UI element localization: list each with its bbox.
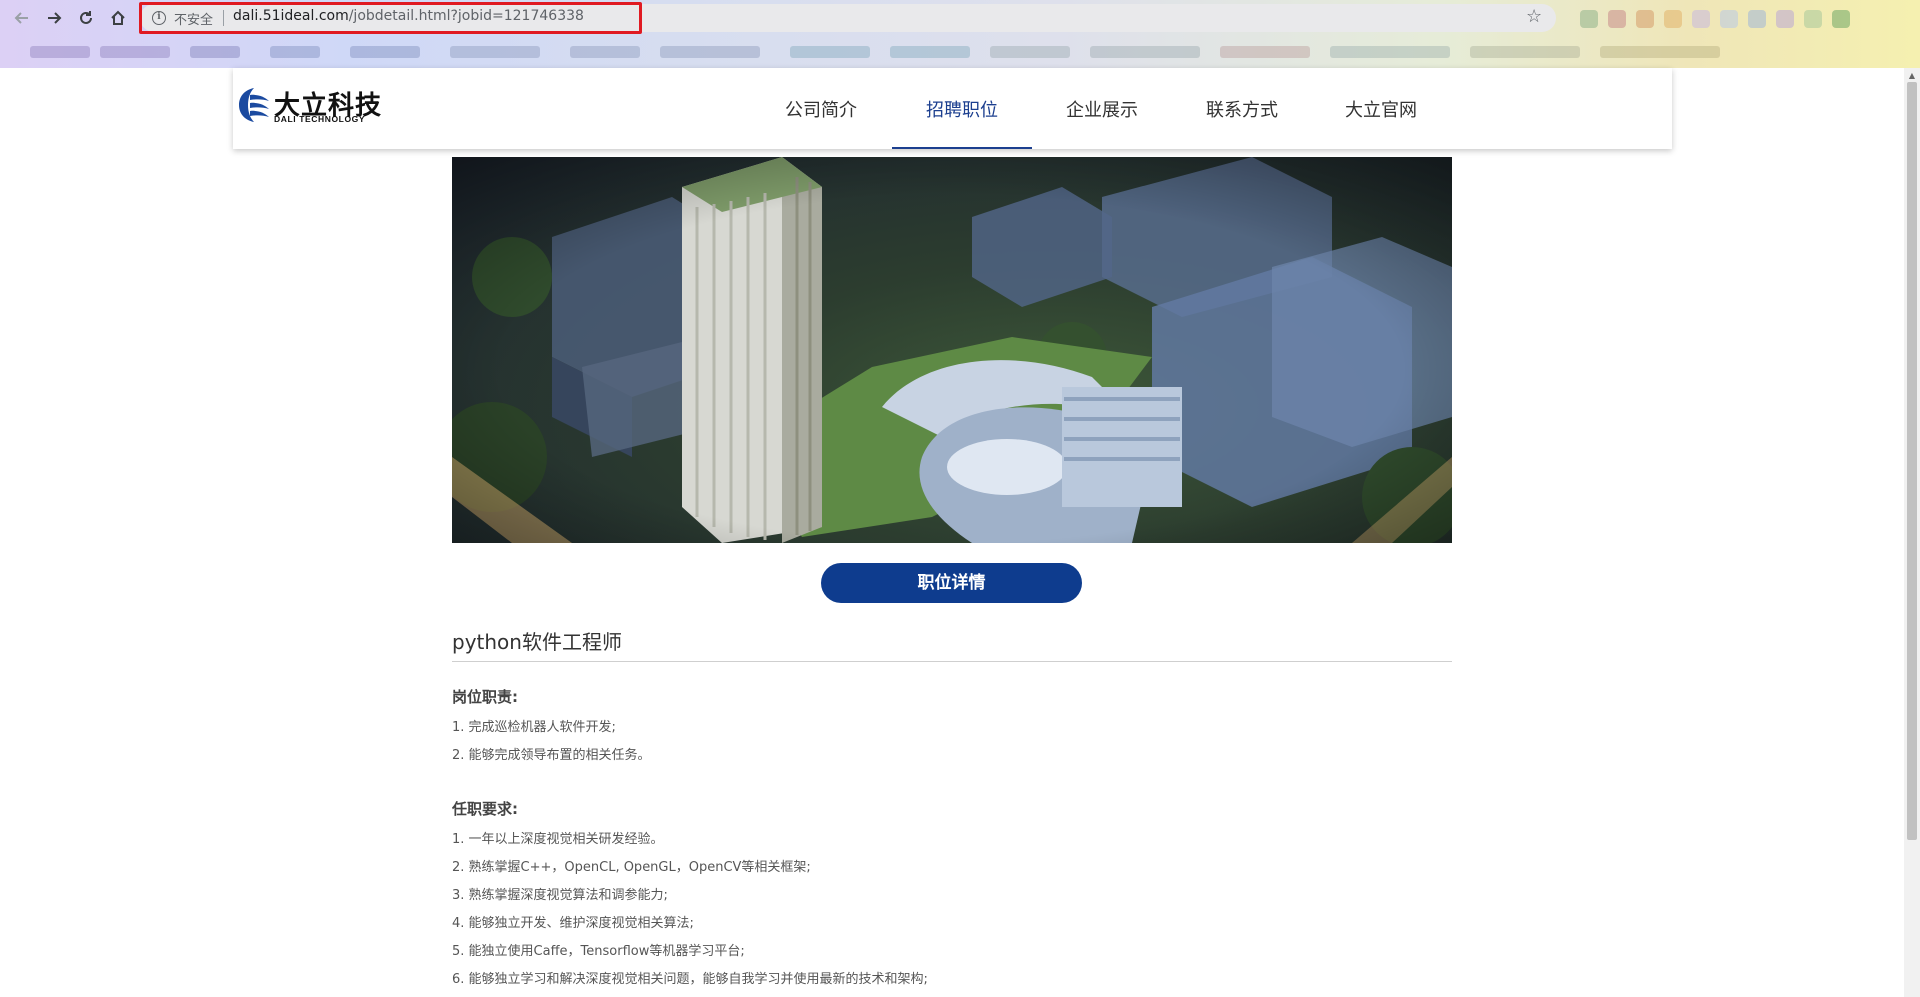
job-detail-button[interactable]: 职位详情 [821, 563, 1082, 603]
home-icon[interactable] [106, 6, 130, 30]
requirement-item: 1. 一年以上深度视觉相关研发经验。 [452, 832, 664, 847]
extension-icon[interactable] [1692, 10, 1710, 28]
extension-icon[interactable] [1664, 10, 1682, 28]
nav-item-jobs[interactable]: 招聘职位 [926, 96, 998, 122]
bookmark-item[interactable] [1090, 46, 1200, 58]
title-divider [452, 661, 1452, 662]
duty-item: 2. 能够完成领导布置的相关任务。 [452, 748, 651, 763]
bookmark-item[interactable] [790, 46, 870, 58]
bookmark-item[interactable] [270, 46, 320, 58]
banner-image [452, 157, 1452, 543]
bookmark-item[interactable] [660, 46, 760, 58]
extension-icon[interactable] [1720, 10, 1738, 28]
site-logo[interactable]: 大立科技 DALI TECHNOLOGY [238, 85, 398, 125]
campus-illustration [452, 157, 1452, 543]
logo-text-en: DALI TECHNOLOGY [274, 114, 366, 124]
back-icon[interactable] [10, 6, 34, 30]
bookmark-item[interactable] [1600, 46, 1720, 58]
duty-item: 1. 完成巡检机器人软件开发; [452, 720, 616, 735]
bookmark-item[interactable] [1220, 46, 1310, 58]
bookmark-item[interactable] [570, 46, 640, 58]
bookmark-item[interactable] [350, 46, 420, 58]
nav-item-official-site[interactable]: 大立官网 [1345, 96, 1417, 122]
bookmark-item[interactable] [30, 46, 90, 58]
nav-item-showcase[interactable]: 企业展示 [1066, 96, 1138, 122]
duties-heading: 岗位职责: [452, 688, 518, 706]
bookmark-item[interactable] [1330, 46, 1450, 58]
bookmark-item[interactable] [990, 46, 1070, 58]
extension-icon[interactable] [1804, 10, 1822, 28]
bookmark-item[interactable] [190, 46, 240, 58]
bookmark-item[interactable] [1470, 46, 1580, 58]
job-title: python软件工程师 [452, 630, 622, 654]
bookmark-item[interactable] [450, 46, 540, 58]
requirement-item: 3. 熟练掌握深度视觉算法和调参能力; [452, 888, 668, 903]
requirements-heading: 任职要求: [452, 800, 518, 818]
star-icon[interactable]: ☆ [1526, 6, 1542, 27]
requirement-item: 4. 能够独立开发、维护深度视觉相关算法; [452, 916, 694, 931]
extension-icon[interactable] [1832, 10, 1850, 28]
nav-item-contact[interactable]: 联系方式 [1206, 96, 1278, 122]
forward-icon[interactable] [42, 6, 66, 30]
requirement-item: 6. 能够独立学习和解决深度视觉相关问题，能够自我学习并使用最新的技术和架构; [452, 972, 928, 987]
bookmark-item[interactable] [890, 46, 970, 58]
scroll-up-icon[interactable]: ▲ [1907, 71, 1917, 81]
scroll-thumb[interactable] [1907, 82, 1917, 840]
bookmarks-bar [0, 38, 1920, 66]
extension-icon[interactable] [1580, 10, 1598, 28]
requirement-item: 2. 熟练掌握C++，OpenCL, OpenGL，OpenCV等相关框架; [452, 860, 811, 875]
nav-active-underline [892, 147, 1032, 149]
requirement-item: 5. 能独立使用Caffe，Tensorflow等机器学习平台; [452, 944, 745, 959]
extension-icon[interactable] [1608, 10, 1626, 28]
extension-icon[interactable] [1636, 10, 1654, 28]
browser-chrome: i 不安全 dali.51ideal.com/jobdetail.html?jo… [0, 0, 1920, 68]
page-content: 大立科技 DALI TECHNOLOGY 公司简介 招聘职位 企业展示 联系方式… [0, 68, 1904, 997]
url-highlight-box [139, 2, 642, 34]
page-scrollbar[interactable]: ▲ [1904, 68, 1920, 997]
bookmark-item[interactable] [100, 46, 170, 58]
nav-item-company-intro[interactable]: 公司简介 [785, 96, 857, 122]
browser-toolbar: i 不安全 dali.51ideal.com/jobdetail.html?jo… [0, 0, 1920, 36]
logo-mark-icon [239, 88, 269, 122]
extension-icon[interactable] [1776, 10, 1794, 28]
extension-icon[interactable] [1748, 10, 1766, 28]
reload-icon[interactable] [74, 6, 98, 30]
